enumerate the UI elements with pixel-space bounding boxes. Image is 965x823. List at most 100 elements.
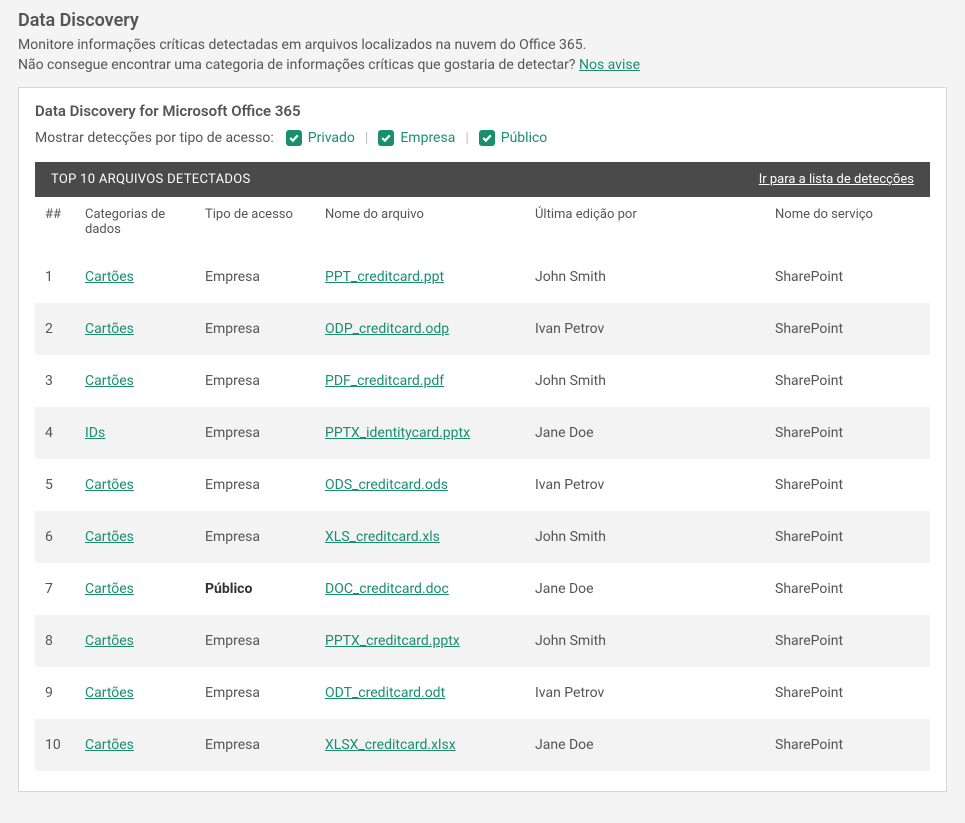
checkbox-checked-icon [286, 130, 302, 146]
cell-category: Cartões [75, 511, 195, 563]
filename-link[interactable]: DOC_creditcard.doc [325, 581, 449, 597]
cell-num: 7 [35, 563, 75, 615]
col-header-category: Categorias de dados [75, 197, 195, 251]
category-link[interactable]: Cartões [85, 633, 134, 649]
detections-table: ## Categorias de dados Tipo de acesso No… [35, 197, 930, 771]
cell-editor: John Smith [525, 355, 765, 407]
cell-service: SharePoint [765, 563, 930, 615]
cell-access: Empresa [195, 667, 315, 719]
cell-filename: DOC_creditcard.doc [315, 563, 525, 615]
filter-row: Mostrar detecções por tipo de acesso: Pr… [35, 130, 930, 146]
cell-service: SharePoint [765, 667, 930, 719]
cell-num: 2 [35, 303, 75, 355]
category-link[interactable]: Cartões [85, 269, 134, 285]
cell-num: 5 [35, 459, 75, 511]
cell-filename: ODP_creditcard.odp [315, 303, 525, 355]
table-row: 9 Cartões Empresa ODT_creditcard.odt Ivan Pe… [35, 667, 930, 719]
filename-link[interactable]: PDF_creditcard.pdf [325, 373, 444, 389]
cell-category: Cartões [75, 459, 195, 511]
cell-filename: ODT_creditcard.odt [315, 667, 525, 719]
filename-link[interactable]: ODS_creditcard.ods [325, 477, 448, 493]
cell-filename: PPT_creditcard.ppt [315, 251, 525, 303]
category-link[interactable]: Cartões [85, 685, 134, 701]
cell-category: Cartões [75, 355, 195, 407]
category-link[interactable]: Cartões [85, 581, 134, 597]
cell-access: Empresa [195, 511, 315, 563]
detections-list-link[interactable]: Ir para a lista de detecções [759, 172, 914, 187]
cell-category: Cartões [75, 615, 195, 667]
table-row: 8CartõesEmpresaPPTX_creditcard.pptxJohn … [35, 615, 930, 667]
category-link[interactable]: Cartões [85, 373, 134, 389]
cell-filename: PPTX_identitycard.pptx [315, 407, 525, 459]
cell-category: Cartões [75, 303, 195, 355]
cell-category: Cartões [75, 563, 195, 615]
table-row: 1CartõesEmpresaPPT_creditcard.pptJohn Sm… [35, 251, 930, 303]
checkbox-label: Público [501, 130, 548, 146]
cell-num: 1 [35, 251, 75, 303]
cell-editor: Ivan Petrov [525, 459, 765, 511]
table-row: 4 IDs Empresa PPTX_identitycard.pptx Jane Do… [35, 407, 930, 459]
table-row: 5CartõesEmpresaODS_creditcard.odsIvan Pe… [35, 459, 930, 511]
cell-num: 4 [35, 407, 75, 459]
filename-link[interactable]: PPTX_creditcard.pptx [325, 633, 460, 649]
cell-service: SharePoint [765, 355, 930, 407]
category-link[interactable]: Cartões [85, 529, 134, 545]
cell-access: Empresa [195, 407, 315, 459]
cell-num: 10 [35, 719, 75, 771]
feedback-link[interactable]: Nos avise [579, 57, 640, 73]
table-header-bar: TOP 10 ARQUIVOS DETECTADOS Ir para a lis… [35, 162, 930, 197]
cell-editor: John Smith [525, 251, 765, 303]
filename-link[interactable]: ODP_creditcard.odp [325, 321, 449, 337]
cell-service: SharePoint [765, 511, 930, 563]
category-link[interactable]: Cartões [85, 477, 134, 493]
cell-service: SharePoint [765, 303, 930, 355]
table-row: 2CartõesEmpresaODP_creditcard.odpIvan Pe… [35, 303, 930, 355]
panel: Data Discovery for Microsoft Office 365 … [18, 87, 947, 792]
panel-title: Data Discovery for Microsoft Office 365 [35, 102, 930, 120]
filter-divider: | [365, 130, 368, 146]
cell-service: SharePoint [765, 459, 930, 511]
cell-filename: XLSX_creditcard.xlsx [315, 719, 525, 771]
checkbox-checked-icon [378, 130, 394, 146]
cell-editor: John Smith [525, 511, 765, 563]
filter-divider: | [465, 130, 468, 146]
cell-service: SharePoint [765, 251, 930, 303]
filename-link[interactable]: XLS_creditcard.xls [325, 529, 440, 545]
page-title: Data Discovery [18, 10, 947, 31]
table-row: 7CartõesPúblicoDOC_creditcard.docJane Do… [35, 563, 930, 615]
feedback-text: Não consegue encontrar uma categoria de … [18, 57, 579, 73]
cell-editor: Jane Doe [525, 719, 765, 771]
category-link[interactable]: IDs [85, 425, 105, 441]
filename-link[interactable]: PPT_creditcard.ppt [325, 269, 444, 285]
cell-num: 8 [35, 615, 75, 667]
cell-service: SharePoint [765, 407, 930, 459]
cell-editor: Ivan Petrov [525, 667, 765, 719]
cell-editor: Jane Doe [525, 407, 765, 459]
filter-label: Mostrar detecções por tipo de acesso: [35, 130, 274, 146]
cell-service: SharePoint [765, 719, 930, 771]
filter-checkbox-publico[interactable]: Público [479, 130, 548, 146]
category-link[interactable]: Cartões [85, 737, 134, 753]
cell-filename: PPTX_creditcard.pptx [315, 615, 525, 667]
col-header-filename: Nome do arquivo [315, 197, 525, 251]
filename-link[interactable]: PPTX_identitycard.pptx [325, 425, 470, 441]
checkbox-checked-icon [479, 130, 495, 146]
cell-category: Cartões [75, 251, 195, 303]
cell-category: Cartões [75, 667, 195, 719]
filename-link[interactable]: XLSX_creditcard.xlsx [325, 737, 456, 753]
cell-num: 3 [35, 355, 75, 407]
table-row: 10 Cartões Empresa XLSX_creditcard.xlsx Jane… [35, 719, 930, 771]
table-row: 6CartõesEmpresaXLS_creditcard.xlsJohn Sm… [35, 511, 930, 563]
cell-editor: Jane Doe [525, 563, 765, 615]
feedback-line: Não consegue encontrar uma categoria de … [18, 57, 947, 73]
filename-link[interactable]: ODT_creditcard.odt [325, 685, 445, 701]
cell-filename: XLS_creditcard.xls [315, 511, 525, 563]
col-header-service: Nome do serviço [765, 197, 930, 251]
cell-num: 9 [35, 667, 75, 719]
page-subtitle: Monitore informações críticas detectadas… [18, 37, 947, 53]
category-link[interactable]: Cartões [85, 321, 134, 337]
filter-checkbox-empresa[interactable]: Empresa [378, 130, 455, 146]
table-bar-title: TOP 10 ARQUIVOS DETECTADOS [51, 172, 250, 187]
filter-checkbox-privado[interactable]: Privado [286, 130, 355, 146]
cell-access: Empresa [195, 719, 315, 771]
